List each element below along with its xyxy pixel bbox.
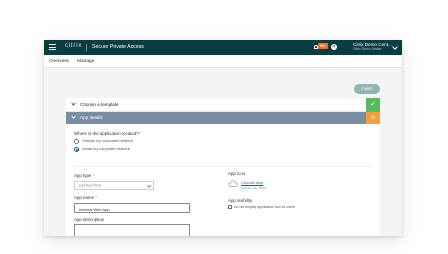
app-name-label-text: App name	[74, 195, 95, 200]
radio-label: Inside my corporate network	[82, 147, 130, 151]
app-window: citrix Secure Private Access 99+ ? Citri…	[44, 40, 402, 236]
radio-button[interactable]	[74, 139, 79, 144]
section-app-details[interactable]: App details ⚠	[66, 112, 380, 124]
app-type-label: App type *	[74, 173, 94, 178]
radio-label: Outside my corporate network	[82, 139, 133, 143]
nav-bar: Overview Manage	[44, 55, 402, 68]
app-name-input[interactable]: Internal Web App	[74, 203, 190, 213]
app-type-label-text: App type	[74, 173, 92, 178]
required-mark: *	[95, 195, 97, 200]
warning-icon: ⚠	[366, 112, 380, 124]
required-mark: *	[92, 173, 95, 178]
wizard-card: Choose a template ✓ App details ⚠ Where …	[66, 98, 380, 236]
tab-overview[interactable]: Overview	[49, 59, 69, 64]
app-visibility-label: App visibility	[228, 198, 253, 203]
app-title: Secure Private Access	[92, 44, 144, 50]
chevron-down-icon[interactable]	[392, 44, 398, 50]
notifications-button[interactable]: 99+	[314, 43, 328, 51]
required-mark: *	[138, 131, 141, 136]
account-menu[interactable]: Citrix Demo Cent... Citrix Demo Dealer	[353, 42, 392, 52]
chevron-down-icon	[147, 183, 152, 188]
help-icon[interactable]: ?	[331, 44, 337, 50]
app-type-value: HTTP/HTTPS	[79, 184, 102, 188]
app-description-input[interactable]	[74, 224, 190, 236]
top-bar: citrix Secure Private Access 99+ ? Citri…	[44, 40, 402, 55]
step-label: Choose a template	[80, 102, 119, 107]
location-question-text: Where is the application located?	[74, 131, 139, 136]
app-type-select[interactable]: HTTP/HTTPS	[74, 181, 154, 190]
check-icon: ✓	[366, 98, 380, 112]
app-icon-label: App icon	[228, 171, 246, 176]
section-label: App details	[80, 115, 103, 120]
finish-button[interactable]: Finish	[354, 84, 380, 94]
choose-icon-link[interactable]: Choose icon	[241, 180, 263, 185]
hide-app-checkbox-label: Do not display application icon to users	[234, 205, 295, 209]
account-subtitle: Citrix Demo Dealer	[353, 47, 382, 51]
cloud-icon	[228, 180, 238, 187]
main-content: Finish Choose a template ✓ App details ⚠…	[44, 68, 402, 236]
app-description-label: App description	[74, 217, 105, 222]
app-name-value: Internal Web App	[79, 206, 110, 212]
hide-app-checkbox[interactable]	[228, 205, 232, 209]
notification-count-badge: 99+	[318, 43, 328, 49]
app-name-label: App name *	[74, 195, 97, 200]
brand-logo: citrix	[65, 43, 83, 49]
chevron-down-icon	[71, 101, 76, 106]
file-hint: (128 kb max, PNG)	[241, 186, 267, 190]
section-divider	[74, 166, 372, 167]
brand-divider	[86, 44, 87, 51]
step-choose-template[interactable]: Choose a template ✓	[66, 98, 380, 112]
hamburger-icon[interactable]	[49, 44, 56, 50]
location-question: Where is the application located?*	[74, 131, 140, 136]
tab-manage[interactable]: Manage	[77, 59, 94, 64]
radio-button-selected[interactable]	[74, 147, 79, 152]
chevron-down-icon	[71, 114, 76, 119]
